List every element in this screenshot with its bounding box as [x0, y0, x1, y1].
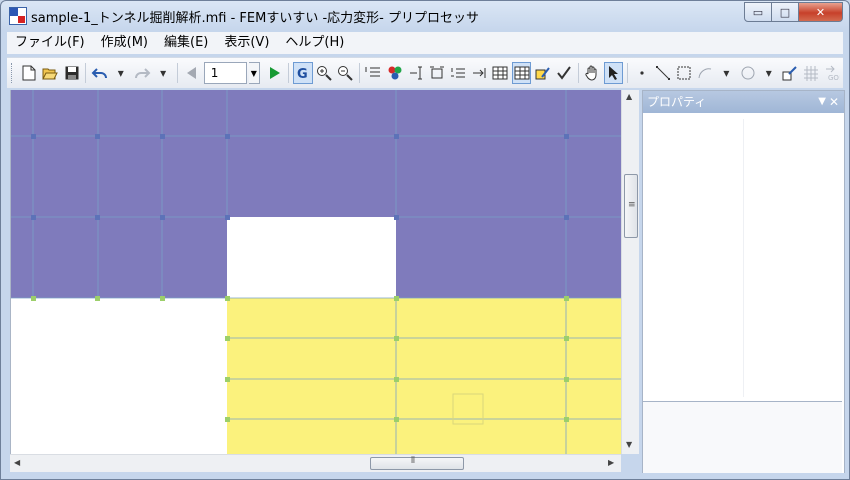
- toolbar-separator: [176, 63, 178, 83]
- close-button[interactable]: ✕: [799, 2, 843, 22]
- menu-bar: ファイル(F) 作成(M) 編集(E) 表示(V) ヘルプ(H): [7, 32, 843, 54]
- prev-icon[interactable]: [182, 62, 201, 84]
- circle-icon[interactable]: [738, 62, 757, 84]
- numbered-list-icon[interactable]: [448, 62, 467, 84]
- tunnel-excavation-region[interactable]: [227, 217, 396, 298]
- hand-icon[interactable]: [583, 62, 602, 84]
- horizontal-scroll-thumb[interactable]: ⦀: [370, 456, 464, 470]
- menu-edit[interactable]: 編集(E): [156, 32, 216, 54]
- lower-left-empty-region[interactable]: [11, 298, 227, 454]
- bottom-frame: [1, 473, 849, 479]
- property-panel: プロパティ ▼ ✕: [642, 90, 845, 475]
- play-icon[interactable]: [265, 62, 284, 84]
- grid-icon[interactable]: G: [293, 62, 313, 84]
- line-icon[interactable]: [653, 62, 672, 84]
- property-panel-title: プロパティ: [647, 95, 707, 109]
- check-icon[interactable]: [555, 62, 574, 84]
- menu-help[interactable]: ヘルプ(H): [277, 32, 352, 54]
- zoom-out-icon[interactable]: [336, 62, 355, 84]
- redo-dropdown-icon[interactable]: ▾: [154, 62, 173, 84]
- scroll-up-icon[interactable]: ▲: [626, 92, 632, 101]
- circle-dropdown-icon[interactable]: ▾: [759, 62, 778, 84]
- table-icon[interactable]: [491, 62, 510, 84]
- maximize-button[interactable]: □: [772, 2, 799, 22]
- app-logo-icon: [9, 7, 27, 25]
- page-dropdown-icon[interactable]: ▼: [248, 62, 261, 84]
- arrow-number-icon[interactable]: [470, 62, 489, 84]
- list-number-icon[interactable]: [364, 62, 383, 84]
- region-edit-icon[interactable]: [780, 62, 799, 84]
- panel-dropdown-icon[interactable]: ▼: [818, 91, 826, 113]
- mesh-generate-icon[interactable]: [801, 62, 820, 84]
- property-panel-header: プロパティ ▼ ✕: [643, 91, 844, 113]
- menu-view[interactable]: 表示(V): [216, 32, 277, 54]
- go-icon[interactable]: GO!: [823, 62, 842, 84]
- svg-text:GO!: GO!: [828, 74, 840, 81]
- zoom-in-icon[interactable]: [315, 62, 334, 84]
- property-description: [643, 401, 842, 474]
- arc-dropdown-icon[interactable]: ▾: [717, 62, 736, 84]
- undo-icon[interactable]: [90, 62, 109, 84]
- menu-file[interactable]: ファイル(F): [7, 32, 93, 54]
- save-icon[interactable]: [62, 62, 81, 84]
- mesh-view-icon[interactable]: [511, 62, 532, 84]
- toolbar-grip[interactable]: [11, 63, 15, 83]
- undo-dropdown-icon[interactable]: ▾: [111, 62, 130, 84]
- open-folder-icon[interactable]: [41, 62, 60, 84]
- svg-text:G: G: [297, 67, 308, 80]
- frame-icon[interactable]: [427, 62, 446, 84]
- caption-buttons: ▭ □ ✕: [744, 2, 843, 22]
- scroll-down-icon[interactable]: ▼: [626, 440, 632, 449]
- edit-mesh-icon[interactable]: [533, 62, 552, 84]
- pointer-icon[interactable]: [603, 62, 624, 84]
- lower-ground-region[interactable]: [227, 298, 622, 454]
- panel-close-icon[interactable]: ✕: [829, 91, 839, 113]
- scroll-right-icon[interactable]: ▶: [608, 458, 614, 467]
- toolbar-separator: [627, 63, 629, 83]
- window-title: sample-1_トンネル掘削解析.mfi - FEMすいすい -応力変形- プ…: [31, 11, 479, 26]
- toolbar: ▾ ▾ 1 ▼ G ▾ ▾ GO: [7, 57, 843, 88]
- app-window: sample-1_トンネル掘削解析.mfi - FEMすいすい -応力変形- プ…: [0, 0, 850, 480]
- vertical-scroll-thumb[interactable]: ≡: [624, 174, 638, 238]
- rectangle-icon[interactable]: [674, 62, 693, 84]
- material-color-icon[interactable]: [385, 62, 404, 84]
- dimension-icon[interactable]: [406, 62, 425, 84]
- page-input[interactable]: 1: [203, 62, 247, 84]
- model-canvas[interactable]: [10, 90, 622, 454]
- point-icon[interactable]: [632, 62, 651, 84]
- toolbar-separator: [288, 63, 290, 83]
- toolbar-separator: [85, 63, 86, 83]
- toolbar-separator: [577, 63, 579, 83]
- redo-icon[interactable]: [132, 62, 151, 84]
- vertical-scrollbar[interactable]: ▲ ≡ ▼: [621, 90, 639, 454]
- new-file-icon[interactable]: [20, 62, 39, 84]
- arc-icon[interactable]: [696, 62, 715, 84]
- menu-create[interactable]: 作成(M): [93, 32, 156, 54]
- horizontal-scrollbar[interactable]: ◀ ⦀ ▶: [10, 454, 621, 472]
- toolbar-separator: [358, 63, 360, 83]
- title-bar: sample-1_トンネル掘削解析.mfi - FEMすいすい -応力変形- プ…: [1, 1, 849, 31]
- minimize-button[interactable]: ▭: [744, 2, 772, 22]
- scroll-left-icon[interactable]: ◀: [14, 458, 20, 467]
- property-grid-divider[interactable]: [743, 119, 744, 397]
